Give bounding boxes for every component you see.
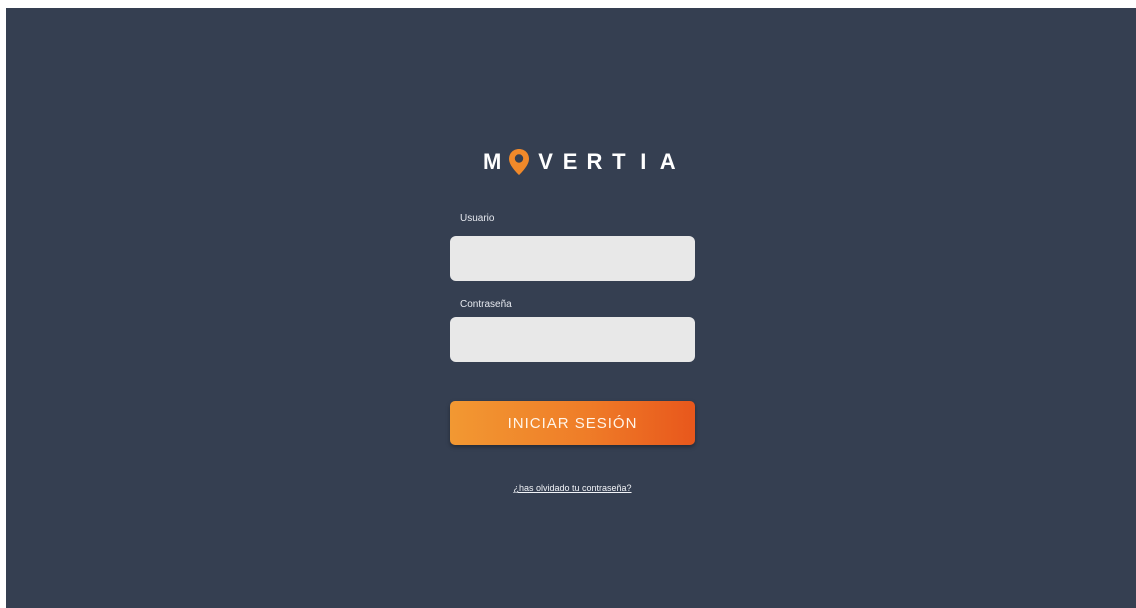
logo-letter-r: R xyxy=(586,149,603,174)
logo-letter-a: A xyxy=(659,149,676,174)
username-label: Usuario xyxy=(460,213,495,224)
logo-letter-e: E xyxy=(562,149,578,174)
map-pin-icon xyxy=(508,148,530,176)
login-screen: M V E R T I A Usuario Contraseña INICIAR… xyxy=(6,8,1136,608)
logo-letter-i: I xyxy=(640,149,647,174)
logo-letter-m: M xyxy=(483,149,502,174)
username-input[interactable] xyxy=(450,236,695,281)
forgot-password-link[interactable]: ¿has olvidado tu contraseña? xyxy=(450,483,695,493)
movertia-logo: M V E R T I A xyxy=(480,142,680,182)
password-label: Contraseña xyxy=(460,299,512,310)
logo-letter-v: V xyxy=(538,149,553,174)
password-input[interactable] xyxy=(450,317,695,362)
logo-letter-t: T xyxy=(612,149,626,174)
login-button[interactable]: INICIAR SESIÓN xyxy=(450,401,695,445)
